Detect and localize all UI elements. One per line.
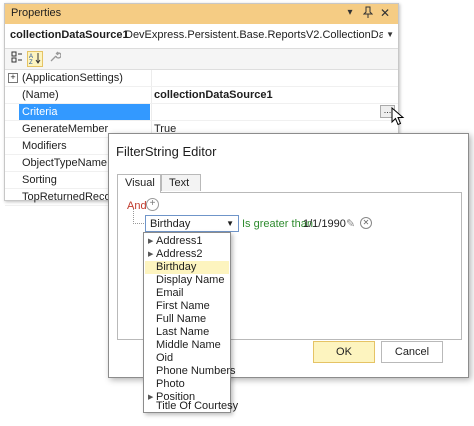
list-item[interactable]: First Name: [145, 300, 229, 313]
object-type: DevExpress.Persistent.Base.ReportsV2.Col…: [125, 29, 383, 41]
field-list-popup: ▶ Address1 ▶ Address2 Birthday Display Nam…: [143, 232, 238, 413]
list-item[interactable]: Photo: [145, 378, 229, 391]
field-dropdown[interactable]: Birthday ▼: [145, 215, 239, 232]
list-item[interactable]: Full Name: [145, 313, 229, 326]
close-icon[interactable]: ✕: [378, 6, 392, 20]
chevron-down-icon[interactable]: ▼: [386, 30, 394, 39]
column-divider: [151, 104, 152, 120]
column-divider: [151, 87, 152, 103]
tab-visual[interactable]: Visual: [117, 174, 161, 193]
cancel-button[interactable]: Cancel: [381, 341, 443, 363]
property-label: Criteria: [19, 104, 150, 120]
list-item[interactable]: ▶ Address1: [145, 235, 229, 248]
pin-icon[interactable]: [361, 6, 375, 20]
list-item[interactable]: Phone Numbers: [145, 365, 236, 378]
dropdown-arrow-icon[interactable]: ▾: [343, 6, 357, 20]
expand-arrow-icon[interactable]: ▶: [148, 248, 153, 261]
property-label: (Name): [22, 89, 59, 101]
field-value: Birthday: [150, 218, 191, 230]
alphabetical-icon[interactable]: AZ: [27, 51, 43, 67]
list-item-selected[interactable]: Birthday: [145, 261, 229, 274]
list-item[interactable]: ▶ Address2: [145, 248, 229, 261]
property-value[interactable]: collectionDataSource1: [154, 89, 273, 101]
property-row[interactable]: + (ApplicationSettings): [5, 70, 398, 87]
categorized-icon[interactable]: [9, 51, 25, 67]
property-label: (ApplicationSettings): [22, 72, 123, 84]
pencil-icon[interactable]: ✎: [346, 217, 355, 230]
expand-arrow-icon[interactable]: ▶: [148, 235, 153, 248]
add-condition-icon[interactable]: +: [146, 198, 159, 211]
expand-icon[interactable]: +: [8, 73, 18, 83]
list-item[interactable]: Display Name: [145, 274, 229, 287]
list-item[interactable]: Middle Name: [145, 339, 229, 352]
chevron-down-icon[interactable]: ▼: [226, 219, 234, 228]
object-selector[interactable]: collectionDataSource1 DevExpress.Persist…: [5, 24, 398, 49]
property-row[interactable]: (Name) collectionDataSource1: [5, 87, 398, 104]
list-item[interactable]: Oid: [145, 352, 229, 365]
properties-toolbar: AZ: [5, 49, 398, 70]
list-item[interactable]: Title Of Courtesy: [145, 400, 238, 412]
properties-title-bar[interactable]: Properties ▾ ✕: [5, 4, 398, 25]
properties-title: Properties: [11, 7, 62, 19]
wrench-icon[interactable]: [47, 51, 63, 67]
ok-button[interactable]: OK: [313, 341, 375, 363]
object-name: collectionDataSource1: [10, 29, 129, 41]
tree-connector: [133, 209, 144, 224]
list-item[interactable]: Last Name: [145, 326, 229, 339]
svg-text:Z: Z: [29, 60, 33, 64]
mouse-cursor-icon: [391, 107, 405, 126]
remove-condition-icon[interactable]: ✕: [360, 217, 372, 229]
condition-value[interactable]: 1/1/1990: [303, 218, 346, 230]
column-divider: [151, 70, 152, 86]
tab-text[interactable]: Text: [161, 174, 201, 191]
dialog-title: FilterString Editor: [116, 144, 217, 159]
property-row-criteria[interactable]: Criteria ...: [5, 104, 398, 121]
list-item[interactable]: Email: [145, 287, 229, 300]
